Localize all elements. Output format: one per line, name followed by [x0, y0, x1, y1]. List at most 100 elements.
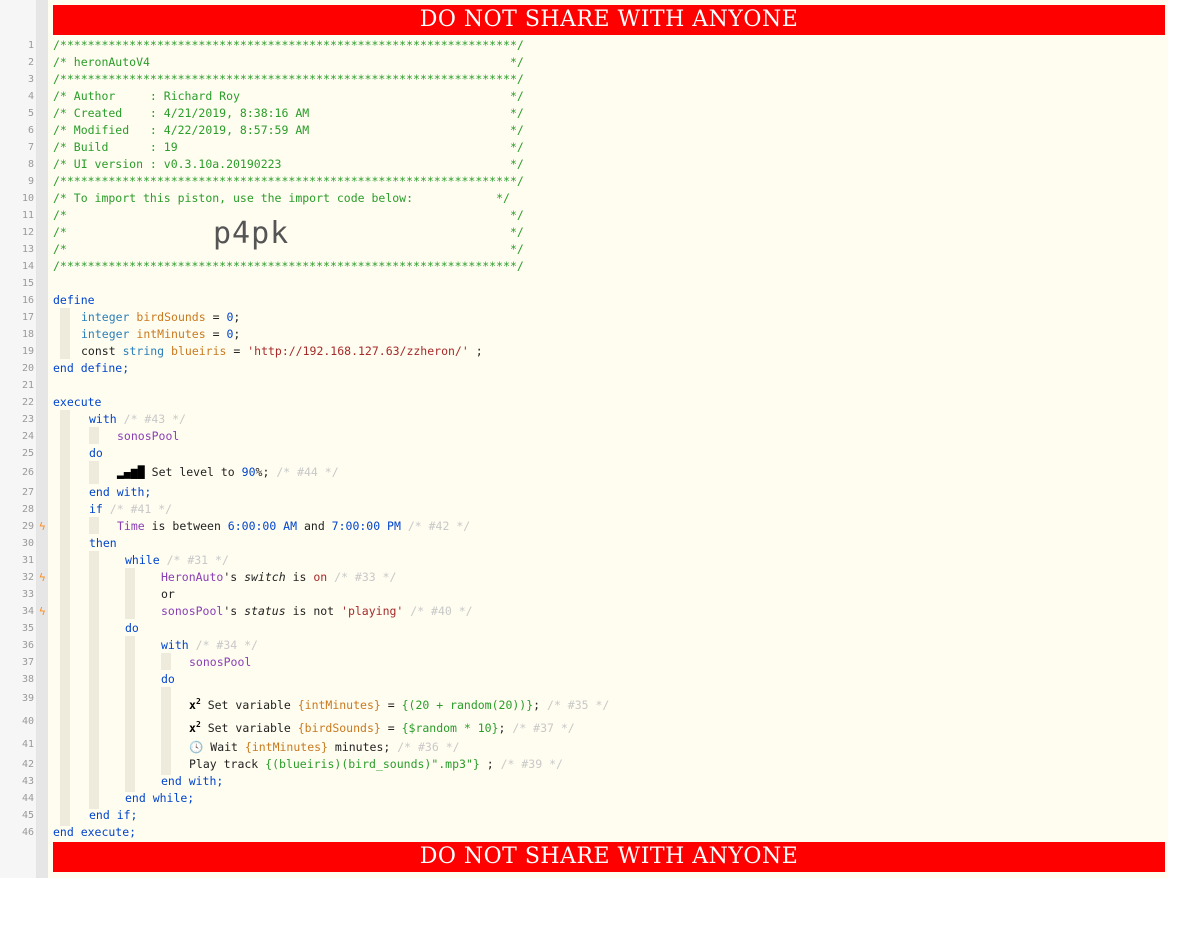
attribute: status [244, 604, 286, 618]
line-number: 22 [21, 397, 34, 408]
expression: {$random * 10} [401, 720, 499, 735]
punct: ; [233, 310, 241, 324]
device-name: HeronAuto [161, 570, 224, 584]
code-line: define [53, 292, 95, 309]
code-line: do [161, 672, 175, 686]
statement-id: /* #35 */ [547, 697, 610, 712]
x-squared-icon: x2 [189, 720, 201, 735]
punct: ; [533, 697, 541, 712]
code-line: do [89, 446, 103, 460]
line-number: 10 [21, 193, 34, 204]
statement-id: /* #34 */ [195, 638, 258, 652]
line-number: 43 [21, 776, 34, 787]
line-number: 37 [21, 657, 34, 668]
variable-name: intMinutes [136, 327, 206, 341]
number: 90 [241, 465, 256, 479]
line-number: 2 [27, 57, 34, 68]
variable-name: {intMinutes} [297, 697, 381, 712]
code-line: with /* #43 */ [89, 411, 186, 428]
indent-guide [60, 410, 70, 826]
indent-guide [89, 551, 99, 809]
string-literal: 'http://192.168.127.63/zzheron/' [247, 344, 469, 358]
code-line: sonosPool [189, 655, 252, 669]
code-line: /* Created : 4/21/2019, 8:38:16 AM */ [53, 106, 524, 120]
code-line: x2 Set variable {intMinutes} = {(20 + ra… [189, 693, 610, 712]
line-number: 34 [21, 606, 34, 617]
trigger-gutter [37, 0, 48, 878]
x-squared-icon: x2 [189, 697, 201, 712]
statement-id: /* #31 */ [166, 553, 229, 567]
statement-id: /* #43 */ [123, 412, 186, 426]
line-number: 42 [21, 759, 34, 770]
line-number: 26 [21, 467, 34, 478]
code-line: /* heronAutoV4 */ [53, 55, 524, 69]
lightning-bolt-icon: ϟ [39, 605, 46, 618]
value: 'playing' [341, 604, 404, 618]
keyword: if [89, 502, 103, 516]
line-number: 5 [27, 108, 34, 119]
statement-id: /* #42 */ [407, 519, 471, 533]
code-line: /* Build : 19 */ [53, 140, 524, 154]
operator: = [380, 697, 402, 712]
statement-text: Set variable [207, 697, 298, 712]
time-value: 6:00:00 AM [227, 519, 298, 533]
code-line: or [161, 587, 175, 601]
code-line: execute [53, 395, 102, 409]
code-line: const string blueiris = 'http://192.168.… [81, 343, 483, 360]
variable-name: blueiris [171, 344, 227, 358]
code-line: /***************************************… [53, 72, 524, 86]
punct: 's [223, 604, 245, 618]
code-line: end if; [89, 808, 138, 822]
line-number: 14 [21, 261, 34, 272]
code-line: while /* #31 */ [125, 552, 229, 569]
keyword: with [161, 638, 189, 652]
line-number: 36 [21, 640, 34, 651]
code-line: sonosPool's status is not 'playing' /* #… [161, 603, 473, 620]
import-code: p4pk [213, 216, 290, 251]
punct: %; [255, 465, 270, 479]
warning-banner-top: DO NOT SHARE WITH ANYONE [53, 5, 1165, 35]
punct: ; [468, 344, 483, 358]
code-line: 🕓 Wait {intMinutes} minutes; /* #36 */ [189, 739, 460, 756]
line-number: 35 [21, 623, 34, 634]
line-number: 7 [27, 142, 34, 153]
indent-guide [125, 636, 135, 792]
line-number: 46 [21, 827, 34, 838]
code-line: x2 Set variable {birdSounds} = {$random … [189, 716, 575, 735]
line-number: 39 [21, 693, 34, 704]
line-number: 29 [21, 521, 34, 532]
lightning-bolt-icon: ϟ [39, 571, 46, 584]
code-line: /* Author : Richard Roy */ [53, 89, 524, 103]
code-line: sonosPool [117, 429, 180, 443]
line-number: 44 [21, 793, 34, 804]
punct: ; [479, 757, 494, 771]
code-line: with /* #34 */ [161, 637, 258, 654]
line-number: 3 [27, 74, 34, 85]
line-number: 40 [21, 716, 34, 727]
operator: is not [285, 604, 342, 618]
statement-id: /* #40 */ [410, 604, 473, 618]
type: string [122, 344, 165, 358]
time-value: 7:00:00 PM [331, 519, 401, 533]
statement-text: minutes; [327, 740, 391, 754]
line-number: 30 [21, 538, 34, 549]
clock-icon: 🕓 [189, 740, 204, 754]
line-number: 17 [21, 312, 34, 323]
line-number: 18 [21, 329, 34, 340]
code-line: do [125, 621, 139, 635]
code-line: if /* #41 */ [89, 501, 172, 518]
expression: {(20 + random(20))} [401, 697, 534, 712]
code-line: integer intMinutes = 0; [81, 326, 240, 343]
warning-banner-bottom: DO NOT SHARE WITH ANYONE [53, 842, 1165, 872]
operator: = [205, 310, 227, 324]
signal-bars-icon: ▂▄▆█ [117, 465, 145, 479]
code-line: ▂▄▆█ Set level to 90%; /* #44 */ [117, 464, 339, 481]
indent-guide [125, 568, 135, 619]
statement-text: Set variable [207, 720, 298, 735]
variable-name: {birdSounds} [297, 720, 381, 735]
operator: = [205, 327, 227, 341]
code-line: end execute; [53, 825, 137, 839]
variable-name: birdSounds [136, 310, 206, 324]
code-line: end with; [89, 485, 152, 499]
line-number: 6 [27, 125, 34, 136]
